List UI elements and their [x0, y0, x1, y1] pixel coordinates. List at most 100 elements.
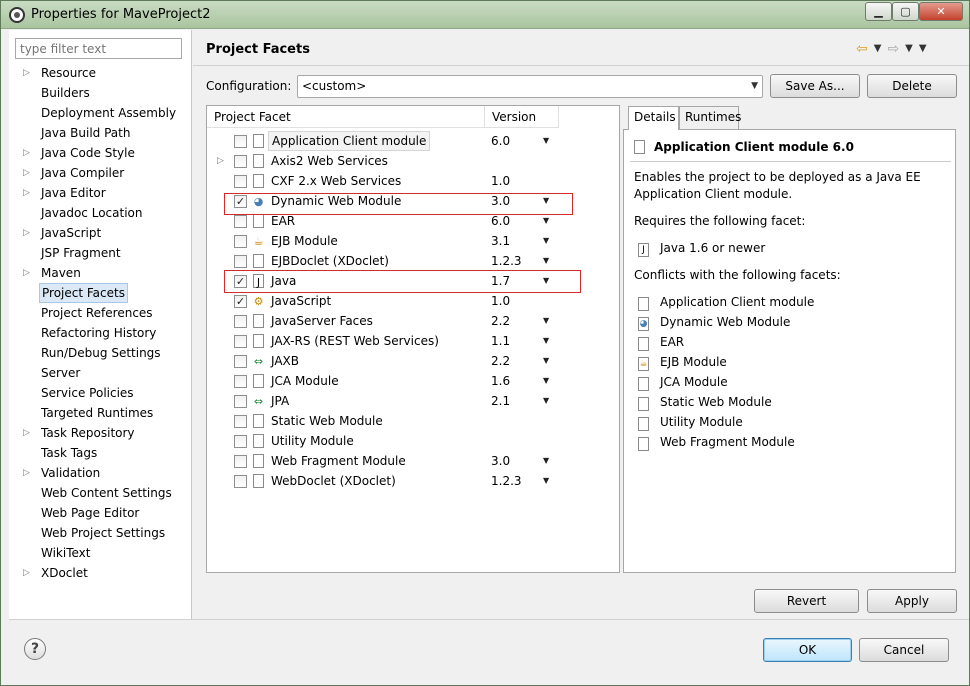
- revert-button[interactable]: Revert: [754, 589, 859, 613]
- tree-item-project-references[interactable]: Project References: [9, 303, 192, 323]
- facet-row[interactable]: JAX-RS (REST Web Services) 1.1 ▼: [207, 331, 619, 351]
- facet-version[interactable]: 1.2.3: [491, 471, 522, 491]
- tree-item-refactoring-history[interactable]: Refactoring History: [9, 323, 192, 343]
- expand-arrow-icon[interactable]: ▷: [23, 563, 33, 583]
- facet-checkbox[interactable]: [234, 215, 247, 228]
- facet-checkbox[interactable]: [234, 235, 247, 248]
- expand-arrow-icon[interactable]: ▷: [23, 163, 33, 183]
- tab-runtimes[interactable]: Runtimes: [679, 106, 741, 129]
- facet-row[interactable]: Application Client module 6.0 ▼: [207, 131, 619, 151]
- version-dropdown-icon[interactable]: ▼: [543, 131, 549, 151]
- version-dropdown-icon[interactable]: ▼: [543, 371, 549, 391]
- tab-details[interactable]: Details: [628, 106, 679, 130]
- tree-item-builders[interactable]: Builders: [9, 83, 192, 103]
- facet-version[interactable]: 1.1: [491, 331, 510, 351]
- filter-input[interactable]: [15, 38, 182, 59]
- tree-item-validation[interactable]: ▷ Validation: [9, 463, 192, 483]
- facet-row[interactable]: CXF 2.x Web Services 1.0: [207, 171, 619, 191]
- tree-item-javascript[interactable]: ▷ JavaScript: [9, 223, 192, 243]
- save-as-button[interactable]: Save As...: [770, 74, 860, 98]
- facet-version[interactable]: 2.2: [491, 351, 510, 371]
- title-bar[interactable]: Properties for MaveProject2 ▁ ▢ ✕: [1, 1, 969, 29]
- facet-row[interactable]: JavaServer Faces 2.2 ▼: [207, 311, 619, 331]
- facet-version[interactable]: 1.6: [491, 371, 510, 391]
- back-history-dropdown-icon[interactable]: ▼: [874, 41, 882, 57]
- tree-item-java-code-style[interactable]: ▷ Java Code Style: [9, 143, 192, 163]
- forward-arrow-icon[interactable]: ⇨: [887, 41, 899, 57]
- back-arrow-icon[interactable]: ⇦: [856, 41, 868, 57]
- tree-item-wikitext[interactable]: WikiText: [9, 543, 192, 563]
- facet-checkbox[interactable]: [234, 155, 247, 168]
- facet-version[interactable]: 3.1: [491, 231, 510, 251]
- facet-row[interactable]: ⇔ JAXB 2.2 ▼: [207, 351, 619, 371]
- version-dropdown-icon[interactable]: ▼: [543, 311, 549, 331]
- tree-item-server[interactable]: Server: [9, 363, 192, 383]
- maximize-button[interactable]: ▢: [892, 2, 919, 21]
- facet-version[interactable]: 2.1: [491, 391, 510, 411]
- facet-version[interactable]: 6.0: [491, 131, 510, 151]
- tree-item-maven[interactable]: ▷ Maven: [9, 263, 192, 283]
- facet-checkbox[interactable]: [234, 375, 247, 388]
- forward-history-dropdown-icon[interactable]: ▼: [905, 41, 913, 57]
- facet-checkbox[interactable]: ✓: [234, 295, 247, 308]
- facet-row[interactable]: Web Fragment Module 3.0 ▼: [207, 451, 619, 471]
- delete-button[interactable]: Delete: [867, 74, 957, 98]
- version-dropdown-icon[interactable]: ▼: [543, 331, 549, 351]
- version-dropdown-icon[interactable]: ▼: [543, 351, 549, 371]
- tree-item-java-compiler[interactable]: ▷ Java Compiler: [9, 163, 192, 183]
- tree-item-service-policies[interactable]: Service Policies: [9, 383, 192, 403]
- expand-arrow-icon[interactable]: ▷: [217, 151, 224, 171]
- tree-item-run-debug-settings[interactable]: Run/Debug Settings: [9, 343, 192, 363]
- column-header-version[interactable]: Version: [485, 106, 559, 128]
- facet-row[interactable]: JCA Module 1.6 ▼: [207, 371, 619, 391]
- facet-checkbox[interactable]: [234, 395, 247, 408]
- expand-arrow-icon[interactable]: ▷: [23, 263, 33, 283]
- tree-item-task-tags[interactable]: Task Tags: [9, 443, 192, 463]
- facet-row[interactable]: ▷ Axis2 Web Services: [207, 151, 619, 171]
- tree-item-jsp-fragment[interactable]: JSP Fragment: [9, 243, 192, 263]
- minimize-button[interactable]: ▁: [865, 2, 892, 21]
- tree-item-web-page-editor[interactable]: Web Page Editor: [9, 503, 192, 523]
- column-header-facet[interactable]: Project Facet: [207, 106, 485, 128]
- tree-item-project-facets[interactable]: Project Facets: [9, 283, 192, 303]
- tree-item-java-build-path[interactable]: Java Build Path: [9, 123, 192, 143]
- facet-row[interactable]: WebDoclet (XDoclet) 1.2.3 ▼: [207, 471, 619, 491]
- facet-row[interactable]: ☕ EJB Module 3.1 ▼: [207, 231, 619, 251]
- tree-item-task-repository[interactable]: ▷ Task Repository: [9, 423, 192, 443]
- tree-item-java-editor[interactable]: ▷ Java Editor: [9, 183, 192, 203]
- help-icon[interactable]: ?: [24, 638, 46, 660]
- ok-button[interactable]: OK: [763, 638, 852, 662]
- apply-button[interactable]: Apply: [867, 589, 957, 613]
- close-button[interactable]: ✕: [919, 2, 963, 21]
- view-menu-icon[interactable]: ▼: [919, 41, 927, 57]
- facet-checkbox[interactable]: [234, 175, 247, 188]
- configuration-select[interactable]: <custom> ▼: [297, 75, 763, 98]
- version-dropdown-icon[interactable]: ▼: [543, 391, 549, 411]
- tree-item-xdoclet[interactable]: ▷ XDoclet: [9, 563, 192, 583]
- tree-item-targeted-runtimes[interactable]: Targeted Runtimes: [9, 403, 192, 423]
- tree-item-resource[interactable]: ▷ Resource: [9, 63, 192, 83]
- expand-arrow-icon[interactable]: ▷: [23, 183, 33, 203]
- facet-checkbox[interactable]: [234, 415, 247, 428]
- version-dropdown-icon[interactable]: ▼: [543, 471, 549, 491]
- facet-checkbox[interactable]: [234, 315, 247, 328]
- tree-item-javadoc-location[interactable]: Javadoc Location: [9, 203, 192, 223]
- facet-row[interactable]: ⇔ JPA 2.1 ▼: [207, 391, 619, 411]
- facet-version[interactable]: 3.0: [491, 451, 510, 471]
- expand-arrow-icon[interactable]: ▷: [23, 143, 33, 163]
- facet-version[interactable]: 1.2.3: [491, 251, 522, 271]
- tree-item-web-project-settings[interactable]: Web Project Settings: [9, 523, 192, 543]
- facet-checkbox[interactable]: [234, 355, 247, 368]
- expand-arrow-icon[interactable]: ▷: [23, 223, 33, 243]
- facet-checkbox[interactable]: [234, 475, 247, 488]
- expand-arrow-icon[interactable]: ▷: [23, 463, 33, 483]
- facet-row[interactable]: Static Web Module: [207, 411, 619, 431]
- facet-row[interactable]: ✓ ⚙ JavaScript 1.0: [207, 291, 619, 311]
- facet-checkbox[interactable]: [234, 455, 247, 468]
- expand-arrow-icon[interactable]: ▷: [23, 63, 33, 83]
- facet-checkbox[interactable]: [234, 135, 247, 148]
- facet-checkbox[interactable]: [234, 435, 247, 448]
- tree-item-web-content-settings[interactable]: Web Content Settings: [9, 483, 192, 503]
- facet-version[interactable]: 2.2: [491, 311, 510, 331]
- facet-checkbox[interactable]: [234, 255, 247, 268]
